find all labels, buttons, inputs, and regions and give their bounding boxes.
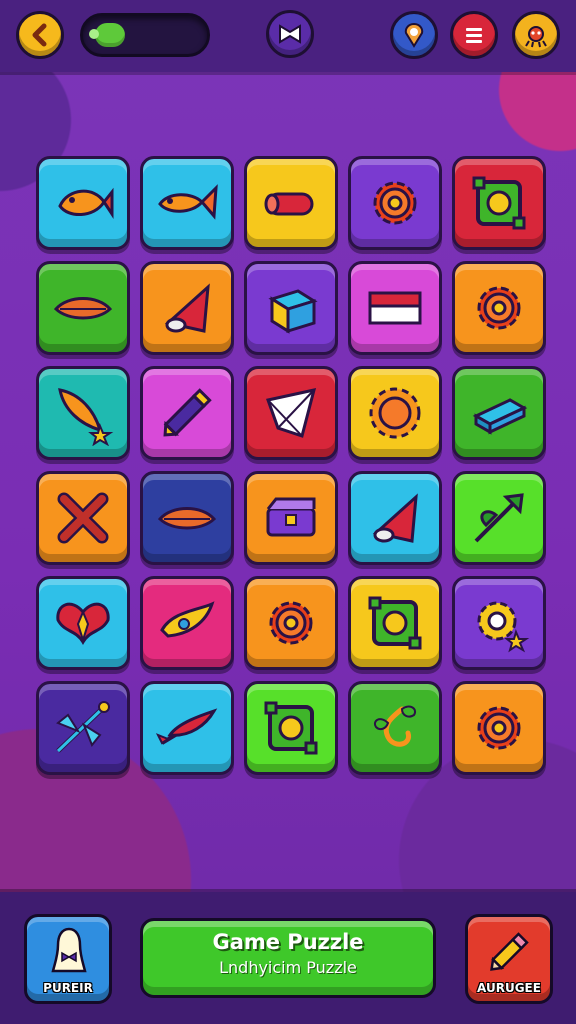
mode-button[interactable] [266, 10, 314, 58]
player-label: PUREIR [43, 981, 93, 995]
puzzle-tile[interactable] [244, 261, 338, 355]
puzzle-tile[interactable] [244, 366, 338, 460]
puzzle-tile[interactable] [140, 576, 234, 670]
sound-toggle[interactable] [80, 13, 210, 57]
player-button[interactable]: PUREIR [24, 914, 112, 1004]
puzzle-tile[interactable] [348, 366, 442, 460]
puzzle-tile[interactable] [348, 261, 442, 355]
menu-button[interactable] [450, 11, 498, 59]
menu-icon [466, 28, 482, 43]
bird-icon [160, 601, 215, 638]
bug-icon [525, 26, 547, 48]
upgrade-button[interactable]: AURUGEE [465, 914, 553, 1004]
chest-icon [266, 497, 316, 537]
puzzle-tile[interactable] [244, 471, 338, 565]
puzzle-tile[interactable] [36, 681, 130, 775]
chevron-left-icon [32, 23, 47, 47]
puzzle-tile[interactable] [244, 576, 338, 670]
fish-bone-icon [155, 708, 218, 745]
paper-kite-icon [266, 388, 317, 438]
x-ribbon-icon [57, 492, 109, 544]
puzzle-tile[interactable] [36, 471, 130, 565]
sun-gear-icon [369, 387, 421, 439]
puzzle-tile[interactable] [36, 576, 130, 670]
bug-button[interactable] [512, 11, 560, 59]
puzzle-tile[interactable] [452, 366, 546, 460]
vine-icon [374, 705, 416, 747]
puzzle-tile[interactable] [452, 576, 546, 670]
game-title: Game Puzzle [212, 930, 364, 954]
top-bar [0, 0, 576, 72]
puzzle-grid [36, 156, 548, 775]
fish-icon [58, 187, 114, 219]
puzzle-tile[interactable] [36, 366, 130, 460]
puzzle-tile[interactable] [140, 366, 234, 460]
player-icon [51, 927, 87, 973]
puzzle-tile[interactable] [348, 156, 442, 250]
gear-icon [477, 286, 521, 330]
puzzle-tile[interactable] [140, 261, 234, 355]
game-subtitle: Lndhyicim Puzzle [219, 958, 357, 977]
map-pin-icon [404, 22, 424, 48]
puzzle-tile[interactable] [36, 156, 130, 250]
puzzle-tile[interactable] [140, 681, 234, 775]
puzzle-tile[interactable] [452, 681, 546, 775]
feather-star-icon [58, 388, 114, 446]
square-frame-icon [472, 176, 526, 230]
square-frame-icon [264, 701, 318, 755]
flag-icon [368, 291, 422, 325]
gear-star-icon [477, 601, 530, 653]
puzzle-tile[interactable] [244, 156, 338, 250]
arrow-plant-icon [474, 493, 524, 543]
puzzle-tile[interactable] [140, 471, 234, 565]
cone-icon [372, 493, 418, 543]
puzzle-tile[interactable] [140, 156, 234, 250]
log-icon [264, 192, 314, 216]
upgrade-label: AURUGEE [477, 981, 541, 995]
bowtie-icon [279, 24, 301, 44]
block-icon [472, 398, 528, 435]
puzzle-tile[interactable] [348, 576, 442, 670]
dragonfly-icon [56, 701, 110, 753]
puzzle-tile[interactable] [348, 681, 442, 775]
puzzle-tile[interactable] [452, 471, 546, 565]
puzzle-tile[interactable] [452, 156, 546, 250]
map-pin-button[interactable] [390, 11, 438, 59]
wings-icon [56, 602, 110, 645]
goldfish-icon [158, 184, 218, 220]
puzzle-tile[interactable] [452, 261, 546, 355]
leaf-icon [157, 507, 217, 530]
puzzle-tile[interactable] [36, 261, 130, 355]
crayon-icon [163, 388, 212, 437]
puzzle-tile[interactable] [244, 681, 338, 775]
star-box-icon [268, 289, 318, 334]
toggle-knob[interactable] [89, 23, 125, 47]
gear-icon [269, 601, 313, 645]
puzzle-tile[interactable] [348, 471, 442, 565]
square-frame-icon [368, 596, 422, 650]
leaf-icon [53, 297, 113, 320]
gear-icon [373, 181, 417, 225]
back-button[interactable] [16, 11, 64, 59]
cone-icon [164, 283, 210, 333]
gear-icon [477, 706, 521, 750]
pencil-icon [490, 932, 529, 971]
title-panel[interactable]: Game Puzzle Lndhyicim Puzzle [140, 918, 436, 998]
